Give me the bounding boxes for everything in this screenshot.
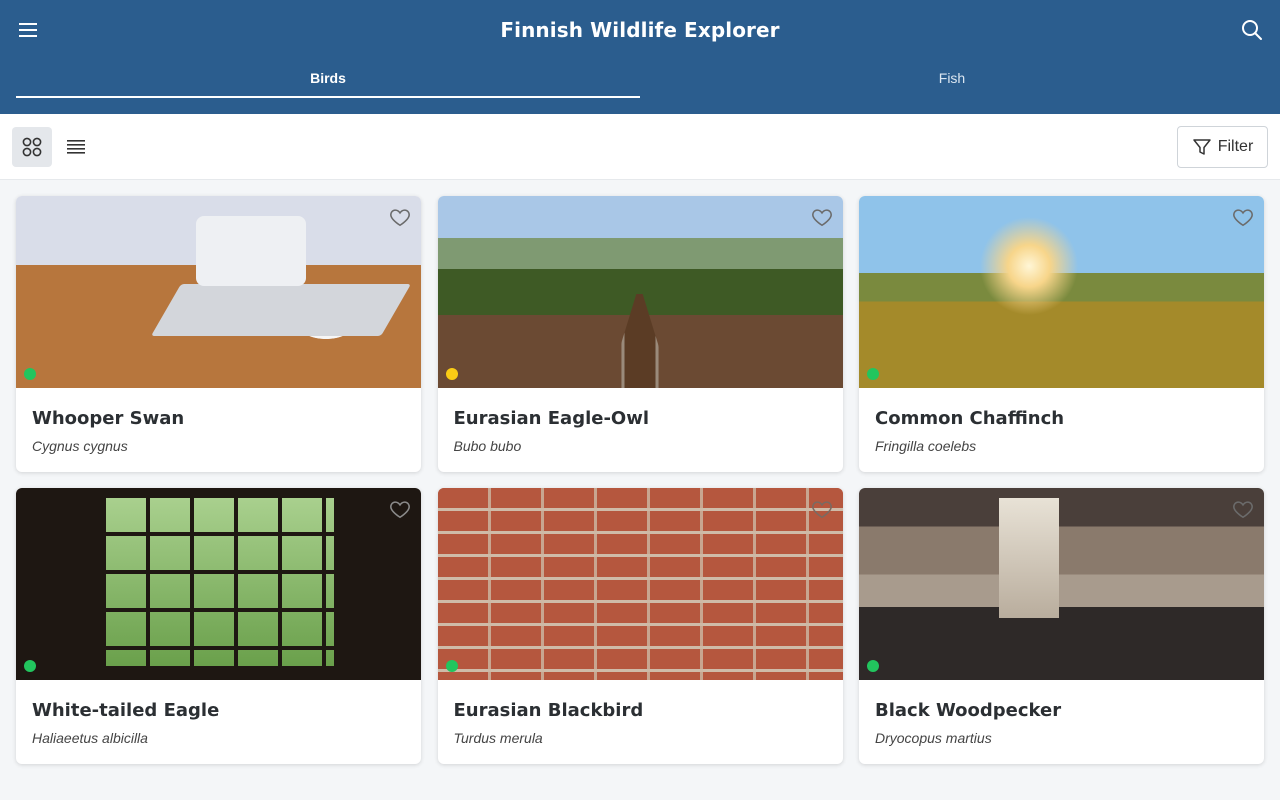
scientific-name: Bubo bubo bbox=[453, 438, 522, 454]
scientific-name: Haliaeetus albicilla bbox=[32, 730, 148, 746]
list-view-button[interactable] bbox=[56, 127, 96, 167]
heart-icon[interactable] bbox=[389, 498, 411, 520]
status-dot bbox=[867, 368, 879, 380]
heart-icon[interactable] bbox=[1232, 206, 1254, 228]
filter-button[interactable]: Filter bbox=[1177, 126, 1268, 168]
species-photo bbox=[16, 488, 421, 680]
category-tabs: Birds Fish bbox=[16, 62, 1264, 100]
species-card[interactable]: Whooper Swan Cygnus cygnus bbox=[16, 196, 421, 472]
search-button[interactable] bbox=[1236, 14, 1268, 46]
status-dot bbox=[867, 660, 879, 672]
species-card[interactable]: Black Woodpecker Dryocopus martius bbox=[859, 488, 1264, 764]
heart-icon[interactable] bbox=[811, 206, 833, 228]
species-name: Common Chaffinch bbox=[875, 408, 1065, 429]
status-dot bbox=[445, 368, 458, 380]
view-toolbar: Filter bbox=[0, 114, 1280, 180]
species-photo bbox=[437, 196, 843, 388]
species-name: White-tailed Eagle bbox=[32, 700, 220, 721]
heart-icon[interactable] bbox=[389, 206, 411, 228]
app-title: Finnish Wildlife Explorer bbox=[500, 18, 780, 42]
species-name: Black Woodpecker bbox=[875, 700, 1062, 721]
filter-icon bbox=[1192, 139, 1211, 155]
species-name: Eurasian Blackbird bbox=[453, 700, 644, 721]
tab-birds[interactable]: Birds bbox=[16, 62, 640, 100]
species-photo bbox=[859, 488, 1264, 680]
status-dot bbox=[445, 660, 458, 672]
status-dot bbox=[24, 368, 36, 380]
species-card[interactable]: Eurasian Blackbird Turdus merula bbox=[437, 488, 843, 764]
species-card[interactable]: White-tailed Eagle Haliaeetus albicilla bbox=[16, 488, 421, 764]
status-dot bbox=[24, 660, 36, 672]
species-card[interactable]: Common Chaffinch Fringilla coelebs bbox=[859, 196, 1264, 472]
list-view-icon bbox=[67, 140, 85, 154]
scientific-name: Cygnus cygnus bbox=[32, 438, 128, 454]
species-photo bbox=[859, 196, 1264, 388]
grid-view-icon bbox=[22, 137, 42, 157]
filter-label: Filter bbox=[1217, 138, 1254, 155]
species-photo bbox=[437, 488, 843, 680]
app-bar: Finnish Wildlife Explorer Birds Fish bbox=[0, 0, 1280, 114]
heart-icon[interactable] bbox=[1232, 498, 1254, 520]
species-name: Whooper Swan bbox=[32, 408, 185, 429]
scientific-name: Turdus merula bbox=[453, 730, 543, 746]
scientific-name: Dryocopus martius bbox=[875, 730, 992, 746]
species-grid: Whooper Swan Cygnus cygnus Eurasian Eagl… bbox=[16, 196, 1264, 764]
tab-fish[interactable]: Fish bbox=[640, 62, 1264, 100]
search-icon bbox=[1242, 20, 1262, 40]
heart-icon[interactable] bbox=[811, 498, 833, 520]
species-name: Eurasian Eagle-Owl bbox=[453, 408, 650, 429]
grid-view-button[interactable] bbox=[12, 127, 52, 167]
species-photo bbox=[16, 196, 421, 388]
species-card[interactable]: Eurasian Eagle-Owl Bubo bubo bbox=[437, 196, 843, 472]
scientific-name: Fringilla coelebs bbox=[875, 438, 977, 454]
